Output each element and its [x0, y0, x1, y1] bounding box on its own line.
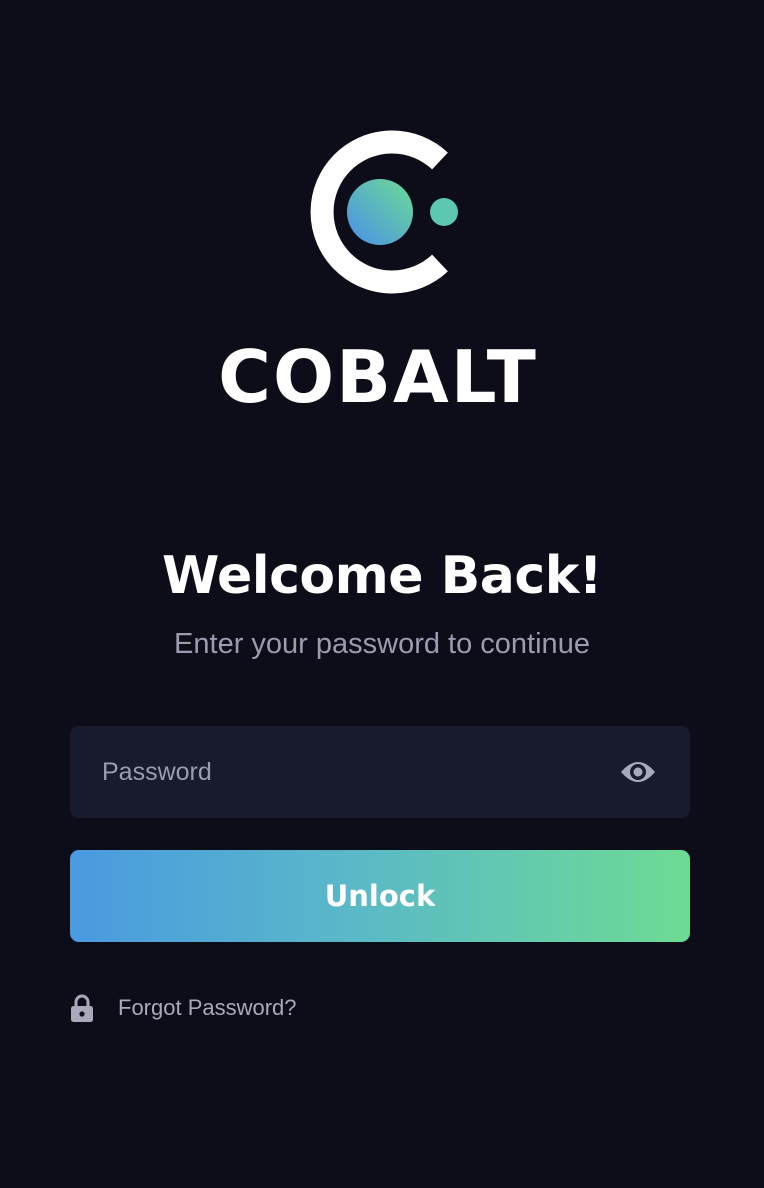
unlock-button[interactable]: Unlock [70, 850, 690, 942]
password-input[interactable] [102, 726, 602, 818]
eye-icon[interactable] [618, 754, 658, 790]
cobalt-logo-icon [310, 130, 458, 294]
unlock-screen: COBALT Welcome Back! Enter your password… [0, 0, 764, 1188]
lock-icon [71, 994, 93, 1022]
page-title: Welcome Back! [161, 546, 603, 606]
password-field [70, 726, 690, 818]
forgot-password-link[interactable]: Forgot Password? [70, 988, 390, 1028]
page-subtitle: Enter your password to continue [174, 628, 590, 660]
brand-name: COBALT [218, 335, 538, 419]
forgot-password-label: Forgot Password? [118, 995, 297, 1020]
